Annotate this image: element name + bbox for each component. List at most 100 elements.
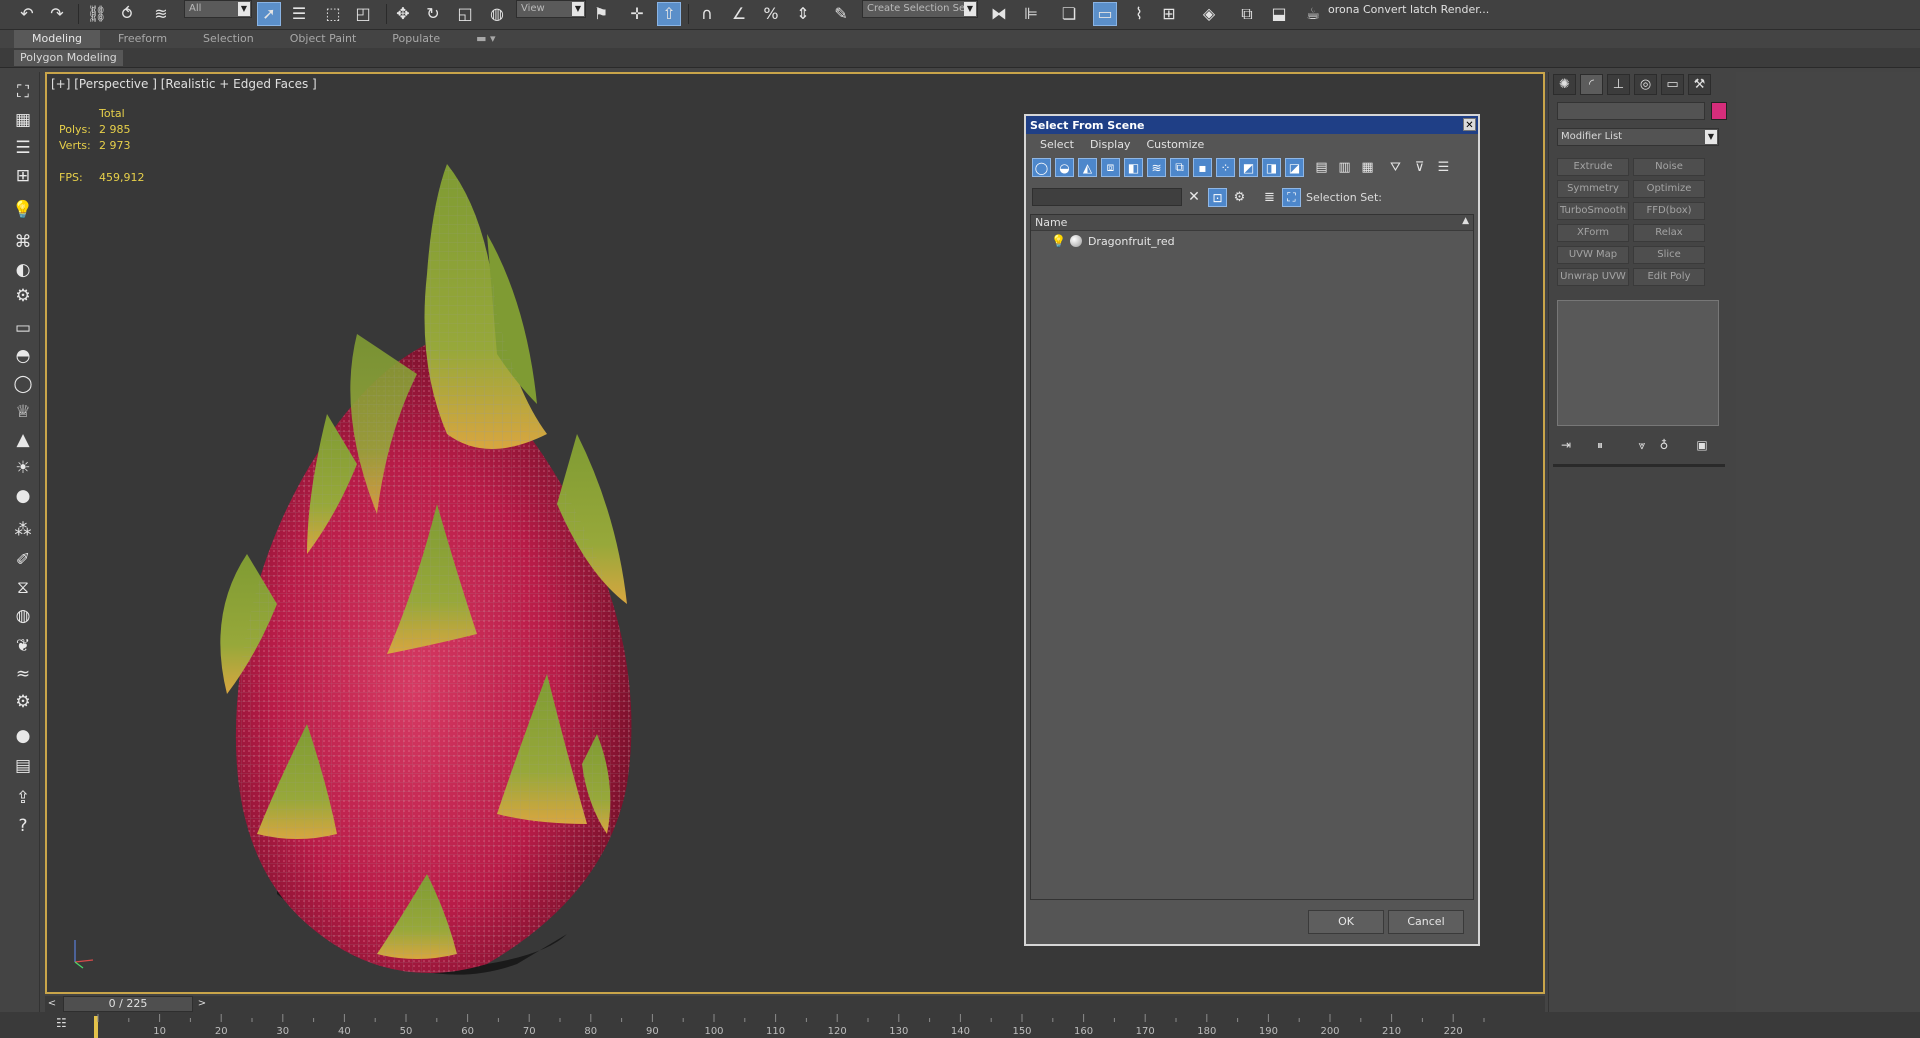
angle-snap-icon[interactable]: ∠ (728, 3, 750, 25)
create-tab-icon[interactable]: ✺ (1553, 74, 1576, 95)
ribbon-tab-object-paint[interactable]: Object Paint (272, 30, 375, 48)
modifier-symmetry-button[interactable]: Symmetry (1557, 180, 1629, 198)
hair-icon[interactable]: ≈ (11, 662, 35, 686)
filter-lights-icon[interactable]: ◭ (1078, 158, 1097, 177)
script-grid-icon[interactable]: ▤ (11, 754, 35, 778)
cone-icon[interactable]: ▲ (11, 428, 35, 452)
scene-object-list[interactable]: Name ▲ 💡 Dragonfruit_red (1030, 214, 1474, 900)
dot-icon[interactable]: ● (11, 484, 35, 508)
schematic-view-icon[interactable]: ⊞ (1158, 3, 1180, 25)
ribbon-tab-modeling[interactable]: Modeling (14, 30, 101, 48)
find-options-icon[interactable]: ⚙ (1230, 188, 1249, 207)
modifier-list-dropdown[interactable]: Modifier List ▼ (1557, 128, 1719, 146)
ok-button[interactable]: OK (1308, 910, 1384, 934)
modifier-slice-button[interactable]: Slice (1633, 246, 1705, 264)
scene-list-icon[interactable]: ☰ (11, 136, 35, 160)
light-bulb-icon[interactable]: 💡 (1051, 234, 1066, 248)
select-by-name-icon[interactable]: ☰ (288, 3, 310, 25)
align-icon[interactable]: ⊫ (1020, 3, 1042, 25)
scale-icon[interactable]: ◱ (454, 3, 476, 25)
make-unique-icon[interactable]: ⩔ (1633, 436, 1651, 454)
ribbon-tab-freeform[interactable]: Freeform (100, 30, 185, 48)
menu-display[interactable]: Display (1082, 134, 1139, 154)
reference-coordinate-dropdown[interactable]: View ▼ (516, 0, 586, 18)
snap-toggle-icon[interactable]: ∩ (696, 3, 718, 25)
display-none-icon[interactable]: ▥ (1335, 158, 1354, 177)
hierarchy-tab-icon[interactable]: ⊥ (1607, 74, 1630, 95)
paint-icon[interactable]: ✐ (11, 548, 35, 572)
light-bulb-icon[interactable]: 💡 (11, 198, 35, 222)
menu-customize[interactable]: Customize (1138, 134, 1212, 154)
mirror-icon[interactable]: ⧓ (988, 3, 1010, 25)
filter-helpers-icon[interactable]: ◧ (1124, 158, 1143, 177)
window-crossing-icon[interactable]: ◰ (352, 3, 374, 25)
time-slider-thumb[interactable]: 0 / 225 (63, 996, 193, 1012)
plant-icon[interactable]: ❦ (11, 634, 35, 658)
modifier-ffd-box-button[interactable]: FFD(box) (1633, 202, 1705, 220)
ribbon-tab-selection[interactable]: Selection (185, 30, 272, 48)
modifier-unwrap-uvw-button[interactable]: Unwrap UVW (1557, 268, 1629, 286)
mesh-icon[interactable]: ⧖ (11, 576, 35, 600)
modifier-uvw-map-button[interactable]: UVW Map (1557, 246, 1629, 264)
grid-table-icon[interactable]: ⊞ (11, 164, 35, 188)
plane-icon[interactable]: ▭ (11, 316, 35, 340)
bind-spacewarp-icon[interactable]: ≋ (150, 3, 172, 25)
clear-filter-icon[interactable]: ✕ (1186, 188, 1202, 206)
time-slider[interactable]: < 0 / 225 > (45, 996, 1545, 1012)
polygon-modeling-button[interactable]: Polygon Modeling (14, 50, 123, 66)
create-geometry-icon[interactable]: ⛶ (11, 80, 35, 104)
filter-funnel-list-icon[interactable]: ⊽ (1410, 158, 1429, 177)
menu-select[interactable]: Select (1032, 134, 1082, 154)
selection-filter-dropdown[interactable]: All ▼ (184, 0, 252, 18)
display-invert-icon[interactable]: ▦ (1358, 158, 1377, 177)
curve-editor-toggle-icon[interactable]: ☷ (56, 1016, 74, 1032)
select-object-icon[interactable]: ➚ (257, 2, 281, 26)
material-editor-icon[interactable]: ◈ (1198, 3, 1220, 25)
modifier-turbosmooth-button[interactable]: TurboSmooth (1557, 202, 1629, 220)
modifier-edit-poly-button[interactable]: Edit Poly (1633, 268, 1705, 286)
filter-bones-icon[interactable]: ⁘ (1216, 158, 1235, 177)
modifier-relax-button[interactable]: Relax (1633, 224, 1705, 242)
gear-icon[interactable]: ⚙ (11, 690, 35, 714)
object-name-field[interactable] (1557, 102, 1705, 120)
display-tab-icon[interactable]: ▭ (1661, 74, 1684, 95)
viewport-label[interactable]: [+] [Perspective ] [Realistic + Edged Fa… (51, 77, 317, 91)
globe-icon[interactable]: ◍ (11, 604, 35, 628)
named-selection-dropdown[interactable]: Create Selection Se ▼ (862, 0, 978, 18)
filter-hidden-icon[interactable]: ◪ (1285, 158, 1304, 177)
filter-frozen-icon[interactable]: ◨ (1262, 158, 1281, 177)
move-icon[interactable]: ✥ (392, 3, 414, 25)
help-icon[interactable]: ? (11, 814, 35, 838)
dragonfruit-model[interactable] (187, 134, 667, 994)
render-setup-icon[interactable]: ⧉ (1236, 3, 1258, 25)
modifier-extrude-button[interactable]: Extrude (1557, 158, 1629, 176)
sphere-icon[interactable]: ◯ (11, 372, 35, 396)
export-icon[interactable]: ⇪ (11, 786, 35, 810)
pivot-center-icon[interactable]: ⚑ (590, 3, 612, 25)
modifier-optimize-button[interactable]: Optimize (1633, 180, 1705, 198)
curve-editor-icon[interactable]: ⌇ (1128, 3, 1150, 25)
transform-gizmo-icon[interactable]: ✛ (626, 3, 648, 25)
filter-spacewarps-icon[interactable]: ≋ (1147, 158, 1166, 177)
filter-xrefs-icon[interactable]: ▪ (1193, 158, 1212, 177)
name-filter-input[interactable] (1032, 188, 1182, 206)
render-teapot-icon[interactable]: ☕ (1302, 3, 1324, 25)
find-case-icon[interactable]: ⊡ (1208, 188, 1227, 207)
dialog-title-bar[interactable]: Select From Scene ✕ (1026, 116, 1478, 134)
next-frame-icon[interactable]: > (195, 996, 209, 1012)
object-color-swatch[interactable] (1711, 102, 1727, 120)
modifier-noise-button[interactable]: Noise (1633, 158, 1705, 176)
list-item[interactable]: 💡 Dragonfruit_red (1031, 231, 1473, 251)
modifier-stack[interactable] (1557, 300, 1719, 426)
sun-icon[interactable]: ☀ (11, 456, 35, 480)
previous-frame-icon[interactable]: < (45, 996, 59, 1012)
animation-icon[interactable]: ⚙ (11, 284, 35, 308)
filter-containers-icon[interactable]: ◩ (1239, 158, 1258, 177)
spinner-snap-icon[interactable]: ⇕ (792, 3, 814, 25)
filter-funnel-icon[interactable]: ⛛ (1386, 158, 1405, 177)
rendered-frame-icon[interactable]: ⬓ (1268, 3, 1290, 25)
crown-icon[interactable]: ♕ (11, 400, 35, 424)
render-plugin-label[interactable]: orona Convert latch Render... (1328, 3, 1489, 16)
place-icon[interactable]: ◍ (486, 3, 508, 25)
particles-icon[interactable]: ⁂ (11, 518, 35, 542)
